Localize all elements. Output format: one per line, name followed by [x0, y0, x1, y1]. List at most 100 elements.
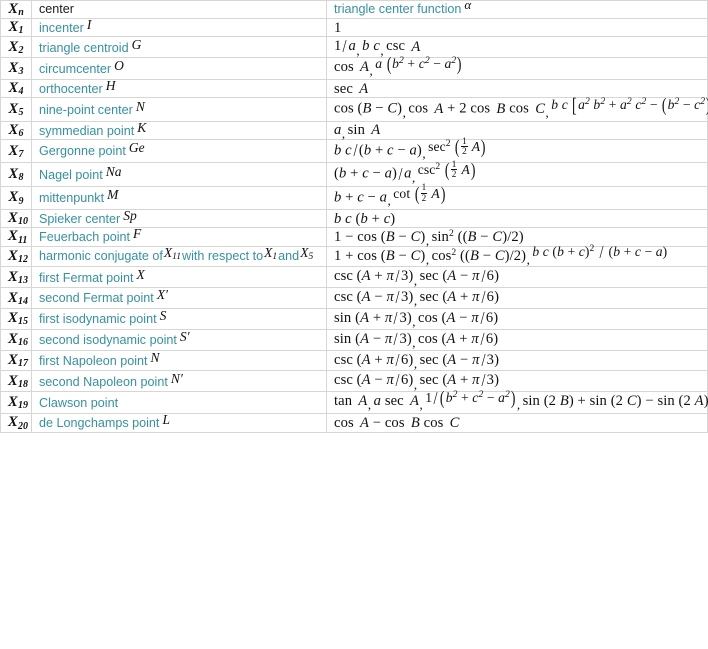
center-function-cell: csc (A + π/3), sec (A − π/6)	[326, 266, 708, 289]
center-symbol: L	[162, 412, 170, 428]
center-function-cell: b c (b + c)	[326, 209, 708, 229]
center-name-cell: symmedian point K	[31, 119, 327, 141]
row-index: X17	[0, 349, 32, 372]
center-name-link[interactable]: de Longchamps point	[39, 416, 159, 430]
center-name-link[interactable]: second Fermat point	[39, 291, 154, 305]
center-symbol: Na	[105, 163, 122, 179]
header-index-cell: Xn	[0, 0, 32, 20]
table-row: X5 nine-point center N cos (B − C), cos A …	[0, 95, 708, 122]
center-symbol: X	[136, 266, 145, 282]
table-row: X14 second Fermat point X′ csc (A − π/3),…	[0, 287, 708, 309]
center-symbol: S	[159, 308, 167, 324]
center-function-cell: b + c − a, cot (1 2 A)	[326, 182, 708, 211]
center-name-link[interactable]: incenter	[39, 21, 84, 35]
center-name-cell: incenter I	[31, 17, 327, 38]
table-row: X10 Spieker center Sp b c (b + c)	[0, 208, 708, 229]
row-index: X2	[0, 36, 32, 59]
center-function-cell: csc (A − π/3), sec (A + π/6)	[326, 287, 708, 309]
center-function-cell: 1	[326, 18, 708, 38]
center-name-link[interactable]: symmedian point	[39, 124, 134, 138]
center-symbol: N′	[170, 370, 183, 386]
center-symbol: X′	[156, 287, 169, 303]
center-name-link[interactable]: Clawson point	[39, 396, 118, 410]
row-index: X14	[0, 287, 32, 309]
center-function-cell: 1/a, b c, csc A	[326, 36, 708, 59]
x-reference: X1	[264, 244, 278, 262]
row-index: X9	[0, 185, 32, 211]
row-index: X15	[0, 308, 32, 330]
table-row: X15 first isodynamic point S sin (A + π/3…	[0, 308, 708, 330]
header-center-cell: center	[31, 0, 327, 20]
center-name-link[interactable]: Feuerbach point	[39, 230, 130, 244]
center-name-cell: Feuerbach point F	[31, 226, 327, 247]
center-name-link[interactable]: second isodynamic point	[39, 333, 177, 347]
center-function-cell: csc (A + π/6), sec (A − π/3)	[326, 349, 708, 372]
row-index: X10	[0, 209, 32, 229]
conjunction-text: and	[278, 248, 300, 263]
center-name-link[interactable]: circumcenter	[39, 62, 111, 76]
center-symbol: N	[150, 349, 160, 365]
center-function-cell: csc (A − π/6), sec (A + π/3)	[326, 370, 708, 393]
table-row: X20 de Longchamps point L cos A − cos B c…	[0, 412, 708, 433]
row-index: X8	[0, 162, 32, 187]
row-index: X3	[0, 57, 32, 81]
center-name-cell: de Longchamps point L	[31, 412, 327, 433]
table-row: X6 symmedian point K a, sin A	[0, 119, 708, 141]
center-name-cell: Spieker center Sp	[31, 208, 327, 229]
table-row: X13 first Fermat point X csc (A + π/3), se…	[0, 266, 708, 289]
center-name-cell: second Napoleon point N′	[31, 370, 327, 393]
center-function-cell: b c/(b + c − a), sec2 (1 2 A)	[326, 136, 708, 164]
center-symbol: O	[114, 57, 124, 73]
center-symbol: Ge	[128, 140, 145, 156]
center-name-link[interactable]: first Napoleon point	[39, 354, 148, 368]
center-name-link[interactable]: nine-point center	[39, 103, 133, 117]
center-function-cell: 1 + cos (B − C), cos2 ((B − C)/2), b c (b …	[326, 242, 708, 268]
center-symbol: M	[107, 187, 119, 203]
harmonic-conjugate-prefix[interactable]: harmonic conjugate of	[39, 249, 163, 263]
table-row: X12 harmonic conjugate ofX11with respect…	[0, 242, 708, 268]
center-name-cell: first Fermat point X	[31, 266, 327, 289]
table-row: X17 first Napoleon point N csc (A + π/6),…	[0, 349, 708, 372]
center-name-link[interactable]: Gergonne point	[39, 144, 126, 158]
center-name-link[interactable]: triangle centroid	[39, 41, 129, 55]
row-index: X12	[0, 245, 32, 268]
center-name-link[interactable]: first isodynamic point	[39, 312, 157, 326]
center-function-cell: cos A − cos B cos C	[326, 413, 708, 433]
center-function-cell: tan A, a sec A, 1/(b2 + c2 − a2), sin (2 B)…	[326, 388, 708, 415]
center-name-cell: harmonic conjugate ofX11with respect toX…	[31, 244, 327, 268]
center-name-cell: Nagel point Na	[31, 162, 327, 187]
table-row: X18 second Napoleon point N′ csc (A − π/6…	[0, 370, 708, 393]
center-function-cell: sec A	[326, 79, 708, 99]
center-symbol: I	[86, 17, 92, 33]
center-symbol: Sp	[123, 208, 137, 224]
table-row: X1 incenter I 1	[0, 17, 708, 38]
center-name-link[interactable]: second Napoleon point	[39, 375, 168, 389]
header-function-cell: triangle center function α	[326, 0, 708, 20]
center-name-link[interactable]: first Fermat point	[39, 271, 133, 285]
center-name-link[interactable]: mittenpunkt	[39, 191, 104, 205]
center-symbol: N	[135, 98, 145, 114]
center-function-cell: sin (A + π/3), cos (A − π/6)	[326, 308, 708, 330]
table-row: X3 circumcenter O cos A, a (b2 + c2 − a2)	[0, 54, 708, 81]
center-name-cell: orthocenter H	[31, 77, 327, 99]
center-name-cell: mittenpunkt M	[31, 185, 327, 211]
center-name-cell: first Napoleon point N	[31, 349, 327, 372]
center-name-link[interactable]: Nagel point	[39, 168, 103, 182]
center-symbol: K	[137, 119, 147, 135]
row-index: X20	[0, 413, 32, 433]
center-name-cell: circumcenter O	[31, 57, 327, 81]
row-index: X1	[0, 18, 32, 38]
center-name-cell: second Fermat point X′	[31, 287, 327, 309]
table-row: X8 Nagel point Na (b + c − a)/a, csc2 (1 2 …	[0, 159, 708, 187]
center-name-link[interactable]: Spieker center	[39, 212, 120, 226]
header-center-label: center	[39, 2, 75, 17]
center-name-cell: first isodynamic point S	[31, 308, 327, 330]
center-symbol: H	[105, 77, 116, 93]
row-index: X18	[0, 370, 32, 393]
center-function-cell: cos A, a (b2 + c2 − a2)	[326, 54, 708, 81]
center-name-cell: Clawson point	[31, 391, 327, 415]
center-name-link[interactable]: orthocenter	[39, 82, 103, 96]
triangle-center-function-link[interactable]: triangle center function	[334, 2, 461, 16]
x-reference: X5	[300, 244, 314, 262]
row-index: X13	[0, 266, 32, 289]
